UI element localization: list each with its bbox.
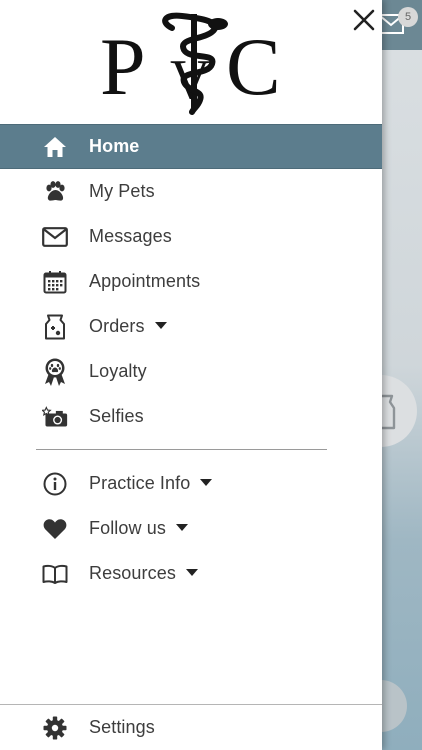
- navigation-drawer: P C V Home My Pets Messages Appointments…: [0, 0, 382, 750]
- menu-item-label: Selfies: [89, 406, 144, 426]
- paw-icon: [42, 179, 68, 205]
- svg-text:P: P: [100, 21, 146, 112]
- menu-item-label: Practice Info: [89, 473, 213, 494]
- envelope-icon: [42, 224, 68, 250]
- chevron-down-icon: [154, 321, 167, 329]
- menu-item-label: Settings: [89, 717, 155, 737]
- menu-item-my-pets[interactable]: My Pets: [0, 169, 382, 214]
- chevron-down-icon: [175, 523, 188, 531]
- calendar-icon: [42, 269, 68, 295]
- menu-item-label: Home: [89, 136, 140, 156]
- menu-item-orders[interactable]: Orders: [0, 304, 382, 349]
- menu-item-home[interactable]: Home: [0, 124, 382, 169]
- pet-food-bag-icon: [42, 314, 68, 340]
- home-icon: [42, 134, 68, 160]
- gear-icon: [42, 715, 68, 741]
- menu-item-practice-info[interactable]: Practice Info: [0, 461, 382, 506]
- menu-item-loyalty[interactable]: Loyalty: [0, 349, 382, 394]
- practice-logo: P C V: [100, 12, 281, 115]
- menu-item-label: Appointments: [89, 271, 201, 291]
- message-count-badge: 5: [398, 7, 418, 27]
- close-icon: [353, 9, 375, 31]
- menu-item-label: Resources: [89, 563, 198, 584]
- heart-icon: [42, 516, 68, 542]
- close-drawer-button[interactable]: [350, 6, 378, 34]
- info-icon: [42, 471, 68, 497]
- menu-item-label: My Pets: [89, 181, 155, 201]
- menu-divider: [36, 449, 327, 450]
- menu-item-settings[interactable]: Settings: [0, 705, 382, 750]
- menu-item-label: Orders: [89, 316, 167, 337]
- menu-item-messages[interactable]: Messages: [0, 214, 382, 259]
- menu-item-selfies[interactable]: Selfies: [0, 394, 382, 439]
- menu-item-label: Follow us: [89, 518, 188, 539]
- award-ribbon-icon: [42, 358, 68, 386]
- chevron-down-icon: [200, 478, 213, 486]
- book-icon: [42, 561, 68, 587]
- menu-item-label: Loyalty: [89, 361, 147, 381]
- menu-item-resources[interactable]: Resources: [0, 551, 382, 596]
- camera-star-icon: [42, 404, 68, 430]
- chevron-down-icon: [185, 568, 198, 576]
- menu-item-appointments[interactable]: Appointments: [0, 259, 382, 304]
- menu-item-follow-us[interactable]: Follow us: [0, 506, 382, 551]
- menu-item-label: Messages: [89, 226, 172, 246]
- svg-text:C: C: [226, 21, 281, 112]
